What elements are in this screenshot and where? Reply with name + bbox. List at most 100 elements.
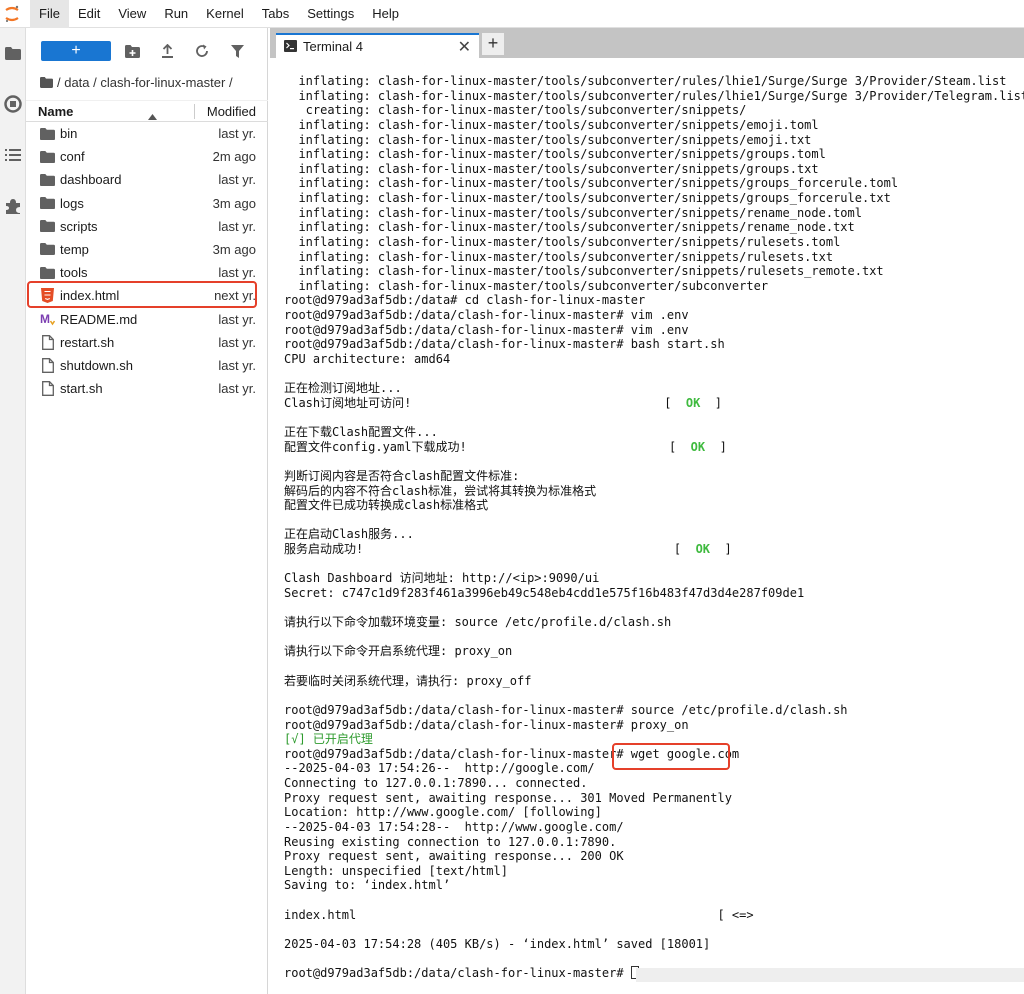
- file-modified: last yr.: [218, 126, 256, 141]
- terminal-line: --2025-04-03 17:54:26-- http://google.co…: [284, 761, 595, 776]
- add-tab-button[interactable]: +: [482, 33, 504, 55]
- menu-settings[interactable]: Settings: [298, 0, 363, 28]
- folder-icon: [40, 265, 55, 280]
- terminal-line: root@d979ad3af5db:/data/clash-for-linux-…: [284, 322, 689, 337]
- folder-icon: [40, 219, 55, 234]
- file-row-tools[interactable]: tools last yr.: [26, 261, 268, 284]
- file-modified: last yr.: [218, 334, 256, 350]
- file-row-start-sh[interactable]: start.sh last yr.: [26, 377, 268, 400]
- terminal-line: CPU architecture: amd64: [284, 351, 451, 366]
- running-icon[interactable]: [0, 91, 26, 117]
- terminal-line: 判断订阅内容是否符合clash配置文件标准:: [284, 468, 520, 483]
- folder-icon[interactable]: [0, 40, 26, 66]
- terminal-line: 正在下载Clash配置文件...: [284, 425, 438, 439]
- menu-view[interactable]: View: [109, 0, 155, 28]
- upload-icon[interactable]: [158, 42, 176, 60]
- file-modified: last yr.: [218, 357, 256, 373]
- terminal-icon: [284, 40, 297, 55]
- refresh-icon[interactable]: [193, 42, 211, 60]
- terminal-line: [√] 已开启代理: [284, 732, 1024, 747]
- column-header-modified[interactable]: Modified: [207, 104, 256, 119]
- terminal-line: 服务启动成功! [ OK ]: [284, 542, 1024, 557]
- file-name: tools: [60, 265, 88, 281]
- menu-edit[interactable]: Edit: [69, 0, 109, 28]
- terminal-line: root@d979ad3af5db:/data# cd clash-for-li…: [284, 293, 646, 308]
- file-name: index.html: [60, 288, 120, 304]
- file-modified: last yr.: [218, 218, 256, 234]
- terminal-line: Clash Dashboard 访问地址: http://<ip>:9090/u…: [284, 571, 600, 586]
- sort-ascending-icon[interactable]: [148, 108, 157, 123]
- terminal-line: inflating: clash-for-linux-master/tools/…: [284, 249, 834, 264]
- extensions-icon[interactable]: [0, 193, 26, 219]
- menu-file[interactable]: File: [30, 0, 69, 28]
- shell-prompt: root@d979ad3af5db:/data/clash-for-linux-…: [284, 966, 631, 981]
- file-row-shutdown-sh[interactable]: shutdown.sh last yr.: [26, 354, 268, 377]
- svg-text:M: M: [40, 312, 50, 326]
- terminal-line: root@d979ad3af5db:/data/clash-for-linux-…: [284, 308, 689, 322]
- new-launcher-button[interactable]: +: [41, 41, 111, 61]
- terminal-line: inflating: clash-for-linux-master/tools/…: [284, 132, 812, 147]
- tab-terminal[interactable]: Terminal 4 ✕: [276, 33, 479, 58]
- file-icon: [40, 381, 55, 397]
- close-tab-icon[interactable]: ✕: [458, 37, 471, 57]
- file-row-scripts[interactable]: scripts last yr.: [26, 215, 268, 238]
- file-row-logs[interactable]: logs 3m ago: [26, 192, 268, 215]
- terminal-line: Length: unspecified [text/html]: [284, 863, 508, 878]
- status-bracket: ]: [710, 542, 732, 556]
- file-modified: 2m ago: [212, 149, 256, 165]
- menu-bar: File Edit View Run Kernel Tabs Settings Help: [0, 0, 1024, 28]
- column-header-name[interactable]: Name: [38, 104, 73, 119]
- status-text: 配置文件config.yaml下载成功! [: [284, 439, 691, 454]
- terminal-line: Secret: c747c1d9f283f461a3996eb49c548eb4…: [284, 585, 805, 600]
- status-ok-badge: OK: [690, 439, 706, 454]
- terminal-line: creating: clash-for-linux-master/tools/s…: [284, 103, 747, 118]
- file-row-temp[interactable]: temp 3m ago: [26, 238, 268, 261]
- terminal-output[interactable]: inflating: clash-for-linux-master/tools/…: [270, 58, 1024, 994]
- terminal-line: Connecting to 127.0.0.1:7890... connecte…: [284, 776, 588, 790]
- file-row-index-html[interactable]: index.html next yr.: [26, 284, 268, 307]
- menu-help[interactable]: Help: [363, 0, 408, 28]
- file-row-restart-sh[interactable]: restart.sh last yr.: [26, 331, 268, 354]
- column-separator[interactable]: [194, 104, 195, 119]
- status-text: Clash订阅地址可访问! [: [284, 395, 686, 410]
- file-modified: last yr.: [218, 311, 256, 327]
- menu-tabs[interactable]: Tabs: [253, 0, 298, 28]
- breadcrumb-path[interactable]: / data / clash-for-linux-master /: [57, 75, 233, 90]
- terminal-line: 若要临时关闭系统代理，请执行: proxy_off: [284, 673, 532, 688]
- folder-icon: [40, 242, 55, 257]
- file-browser: + / data / clash-for-linux-master / Name…: [26, 28, 268, 994]
- file-modified: last yr.: [218, 265, 256, 281]
- file-row-readme-md[interactable]: M README.md last yr.: [26, 308, 268, 331]
- file-list-header: Name Modified: [26, 100, 268, 122]
- file-row-dashboard[interactable]: dashboard last yr.: [26, 168, 268, 191]
- file-row-conf[interactable]: conf 2m ago: [26, 145, 268, 168]
- menu-run[interactable]: Run: [155, 0, 197, 28]
- tab-terminal-label: Terminal 4: [303, 39, 363, 54]
- horizontal-scrollbar[interactable]: [636, 968, 1024, 982]
- terminal-line: 配置文件config.yaml下载成功! [ OK ]: [284, 440, 1024, 455]
- terminal-line: inflating: clash-for-linux-master/tools/…: [284, 264, 884, 279]
- folder-icon: [40, 126, 55, 141]
- terminal-line: index.html [ <=>: [284, 907, 754, 922]
- file-row-bin[interactable]: bin last yr.: [26, 122, 268, 145]
- jupyter-logo-icon[interactable]: [0, 0, 24, 28]
- filter-icon[interactable]: [228, 42, 246, 60]
- file-modified: next yr.: [214, 288, 256, 304]
- file-modified: last yr.: [218, 381, 256, 397]
- terminal-line: --2025-04-03 17:54:28-- http://www.googl…: [284, 819, 624, 834]
- file-icon: [40, 357, 55, 373]
- terminal-line: root@d979ad3af5db:/data/clash-for-linux-…: [284, 746, 740, 761]
- terminal-line: Reusing existing connection to 127.0.0.1…: [284, 834, 617, 849]
- new-folder-icon[interactable]: [123, 42, 141, 60]
- terminal-line: 正在检测订阅地址...: [284, 381, 402, 396]
- menu-kernel[interactable]: Kernel: [197, 0, 253, 28]
- commands-icon[interactable]: [0, 142, 26, 168]
- terminal-line: inflating: clash-for-linux-master/tools/…: [284, 161, 819, 176]
- menu-items: File Edit View Run Kernel Tabs Settings Help: [30, 0, 408, 28]
- tab-bar: Terminal 4 ✕ +: [270, 28, 1024, 58]
- file-name: bin: [60, 126, 78, 141]
- breadcrumb[interactable]: / data / clash-for-linux-master /: [40, 73, 233, 91]
